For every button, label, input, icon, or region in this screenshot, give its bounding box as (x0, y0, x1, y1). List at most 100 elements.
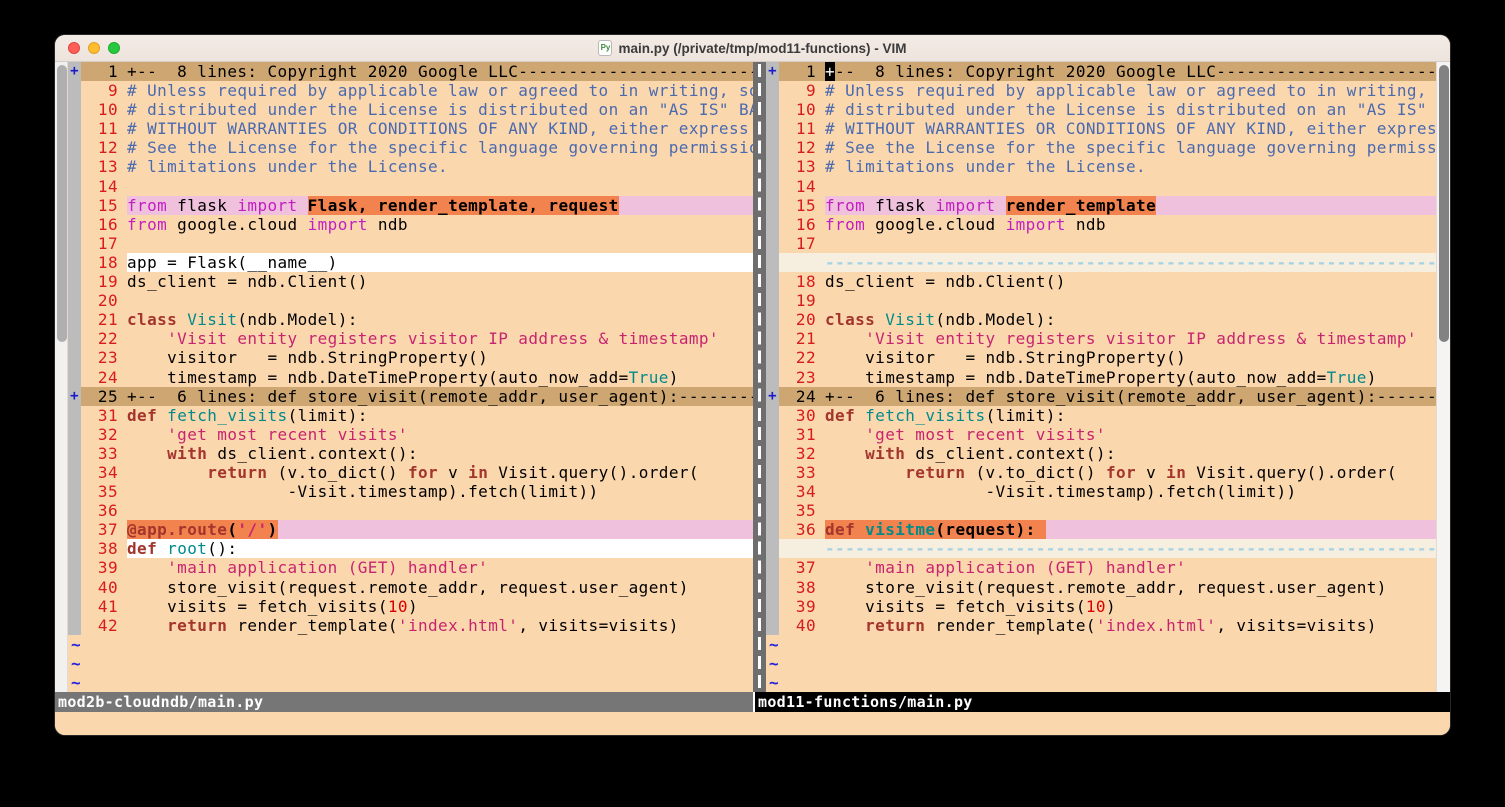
fold-column (68, 501, 81, 520)
fold-column (766, 558, 779, 577)
status-row: mod2b-cloudndb/main.py mod11-functions/m… (55, 692, 1450, 712)
tilde-marker: ~ (68, 673, 81, 692)
fold-column (68, 616, 81, 635)
line-text (825, 291, 1449, 310)
line-number: 35 (779, 501, 825, 520)
line-text: timestamp = ndb.DateTimeProperty(auto_no… (127, 368, 753, 387)
line-number: 15 (81, 196, 127, 215)
fold-column (68, 253, 81, 272)
fold-marker[interactable]: + (766, 387, 779, 406)
line-text: 'main application (GET) handler' (127, 558, 753, 577)
code-line: 33 with ds_client.context(): (68, 444, 753, 463)
fold-column (68, 215, 81, 234)
fold-column (68, 425, 81, 444)
folded-line: +25+-- 6 lines: def store_visit(remote_a… (68, 387, 753, 406)
line-text (825, 234, 1449, 253)
code-line: 39 'main application (GET) handler' (68, 558, 753, 577)
fold-column (766, 597, 779, 616)
line-text (127, 177, 753, 196)
left-diff-pane[interactable]: +1+-- 8 lines: Copyright 2020 Google LLC… (68, 62, 753, 692)
right-diff-pane[interactable]: +1+-- 8 lines: Copyright 2020 Google LLC… (766, 62, 1449, 692)
code-line: 20 (68, 291, 753, 310)
line-text: def fetch_visits(limit): (825, 406, 1449, 425)
fold-marker[interactable]: + (766, 62, 779, 81)
line-text: ----------------------------------------… (825, 253, 1449, 272)
code-line: 23 timestamp = ndb.DateTimeProperty(auto… (766, 368, 1449, 387)
code-line: 18ds_client = ndb.Client() (766, 272, 1449, 291)
empty-buffer-line: ~ (766, 635, 1449, 654)
tilde-marker: ~ (766, 654, 779, 673)
line-text: return (v.to_dict() for v in Visit.query… (127, 463, 753, 482)
line-text: # limitations under the License. (825, 157, 1449, 176)
code-line: 12# See the License for the specific lan… (68, 138, 753, 157)
line-number: 21 (779, 329, 825, 348)
line-text: +-- 6 lines: def store_visit(remote_addr… (127, 387, 753, 406)
code-line: 24 timestamp = ndb.DateTimeProperty(auto… (68, 368, 753, 387)
code-line: 21class Visit(ndb.Model): (68, 310, 753, 329)
python-file-icon: Py (598, 40, 612, 56)
tilde-marker: ~ (68, 654, 81, 673)
line-text: from flask import render_template (825, 196, 1449, 215)
code-line: 42 return render_template('index.html', … (68, 616, 753, 635)
code-line: 37 'main application (GET) handler' (766, 558, 1449, 577)
line-number: 31 (81, 406, 127, 425)
title-bar[interactable]: Py main.py (/private/tmp/mod11-functions… (55, 35, 1450, 62)
line-number: 31 (779, 425, 825, 444)
status-line-right: mod11-functions/main.py (755, 692, 1450, 712)
fold-column (766, 177, 779, 196)
line-number: 20 (81, 291, 127, 310)
fold-column (766, 119, 779, 138)
code-line: 22 visitor = ndb.StringProperty() (766, 348, 1449, 367)
right-scrollbar-thumb[interactable] (1439, 65, 1449, 342)
fold-marker[interactable]: + (68, 62, 81, 81)
line-number: 20 (779, 310, 825, 329)
line-number (779, 253, 825, 272)
fold-column (766, 215, 779, 234)
code-line: 15from flask import Flask, render_templa… (68, 196, 753, 215)
right-pane-scrollbar[interactable] (1436, 62, 1450, 692)
line-text: app = Flask(__name__) (127, 253, 753, 272)
fold-marker[interactable]: + (68, 387, 81, 406)
line-number: 24 (81, 368, 127, 387)
fold-column (766, 463, 779, 482)
close-button[interactable] (68, 42, 80, 54)
line-text: # See the License for the specific langu… (127, 138, 753, 157)
line-number: 22 (779, 348, 825, 367)
left-pane-scrollbar[interactable] (55, 62, 68, 692)
code-line: 16from google.cloud import ndb (766, 215, 1449, 234)
line-text: with ds_client.context(): (825, 444, 1449, 463)
code-line: 19ds_client = ndb.Client() (68, 272, 753, 291)
fold-column (766, 348, 779, 367)
fold-column (68, 539, 81, 558)
line-number: 25 (81, 387, 127, 406)
fold-column (68, 81, 81, 100)
line-text: # Unless required by applicable law or a… (825, 81, 1449, 100)
empty-buffer-line: ~ (766, 654, 1449, 673)
fold-column (766, 444, 779, 463)
line-text: ds_client = ndb.Client() (127, 272, 753, 291)
vertical-split-separator[interactable] (753, 62, 766, 692)
line-text: 'get most recent visits' (825, 425, 1449, 444)
editor-content: +1+-- 8 lines: Copyright 2020 Google LLC… (55, 62, 1450, 692)
fold-column (68, 100, 81, 119)
command-line[interactable] (55, 712, 1450, 735)
line-text: visitor = ndb.StringProperty() (127, 348, 753, 367)
line-text: from google.cloud import ndb (825, 215, 1449, 234)
code-line: 20class Visit(ndb.Model): (766, 310, 1449, 329)
line-number: 18 (779, 272, 825, 291)
fold-column (766, 329, 779, 348)
zoom-button[interactable] (108, 42, 120, 54)
fold-column (68, 463, 81, 482)
code-line: 21 'Visit entity registers visitor IP ad… (766, 329, 1449, 348)
line-text: def visitme(request): (825, 520, 1449, 539)
line-text: with ds_client.context(): (127, 444, 753, 463)
fold-column (766, 196, 779, 215)
empty-buffer-line: ~ (68, 654, 753, 673)
line-text (127, 501, 753, 520)
code-line: 22 'Visit entity registers visitor IP ad… (68, 329, 753, 348)
line-text: # limitations under the License. (127, 157, 753, 176)
left-scrollbar-thumb[interactable] (57, 65, 67, 342)
line-text: # distributed under the License is distr… (127, 100, 753, 119)
line-number: 10 (779, 100, 825, 119)
minimize-button[interactable] (88, 42, 100, 54)
